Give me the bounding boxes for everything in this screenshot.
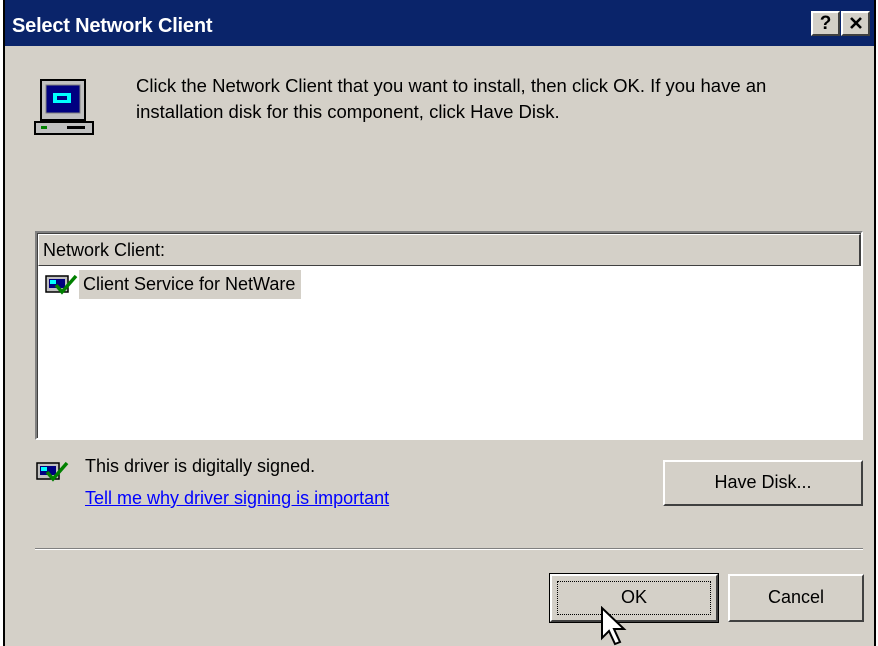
help-button[interactable]: ? xyxy=(811,11,840,36)
select-network-client-dialog: Select Network Client ? Click the Networ… xyxy=(3,0,876,646)
instructions-text: Click the Network Client that you want t… xyxy=(136,75,767,122)
column-header-label: Network Client: xyxy=(43,240,166,260)
mouse-pointer-icon xyxy=(601,606,627,646)
driver-signed-icon xyxy=(36,461,69,482)
column-header[interactable]: Network Client: xyxy=(38,234,861,266)
cancel-button[interactable]: Cancel xyxy=(728,574,864,622)
list-item-label: Client Service for NetWare xyxy=(79,270,302,299)
window-title: Select Network Client xyxy=(12,15,213,37)
close-icon xyxy=(849,17,862,29)
driver-signed-status: This driver is digitally signed. xyxy=(85,456,316,476)
have-disk-button[interactable]: Have Disk... xyxy=(663,460,863,506)
separator xyxy=(35,548,863,550)
list-item-client-service-for-netware[interactable]: Client Service for NetWare xyxy=(44,270,344,299)
computer-icon xyxy=(34,79,94,135)
network-client-list[interactable]: Network Client: Client Service for NetWa… xyxy=(35,231,863,440)
driver-signing-link[interactable]: Tell me why driver signing is important xyxy=(85,488,389,509)
close-button[interactable] xyxy=(841,11,870,36)
title-bar[interactable]: Select Network Client ? xyxy=(5,0,874,46)
network-client-icon xyxy=(45,274,78,295)
